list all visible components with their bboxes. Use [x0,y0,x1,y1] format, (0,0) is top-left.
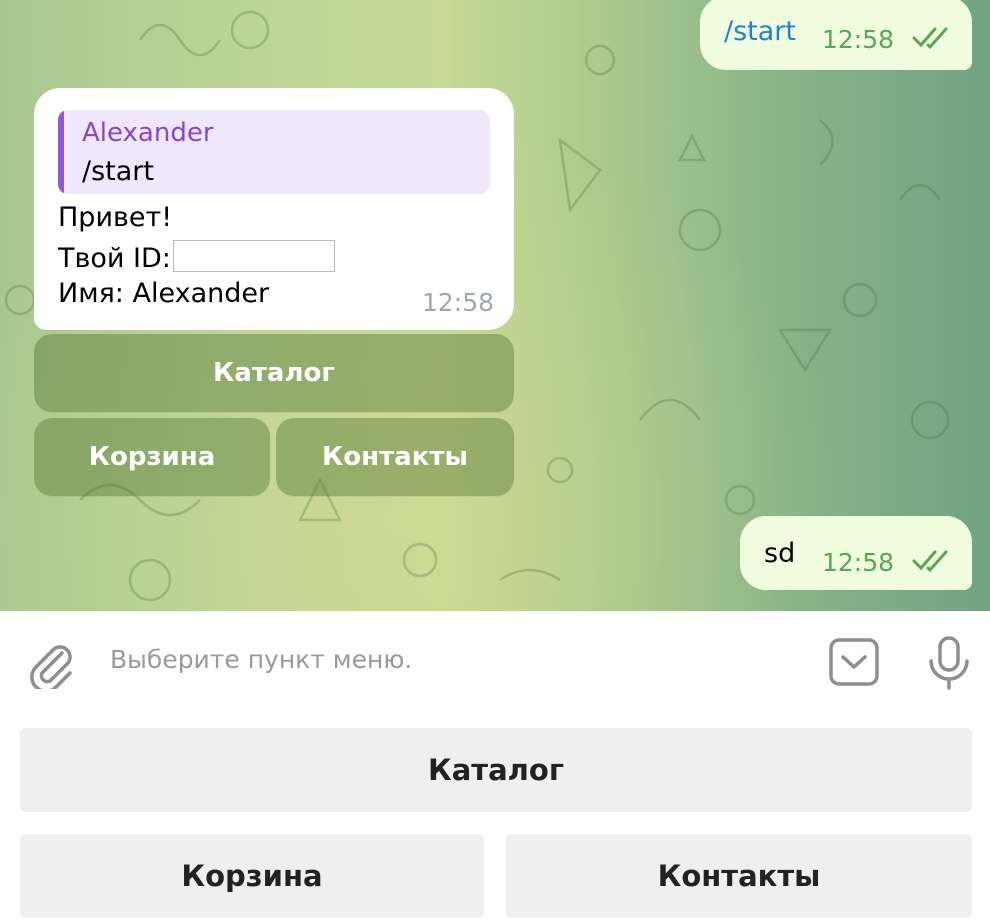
message-text[interactable]: /start [724,16,796,47]
reply-author: Alexander [82,118,214,148]
inline-button-contacts[interactable]: Контакты [276,418,514,496]
user-name-line: Имя: Alexander [58,278,270,309]
microphone-icon[interactable] [926,635,972,695]
reply-keyboard-contacts[interactable]: Контакты [506,834,972,918]
user-id-label: Твой ID: [58,243,171,274]
user-id-line: Твой ID: [58,240,335,274]
chat-area: /start 12:58 Alexander /start Привет! Тв… [0,0,990,611]
inline-button-cart[interactable]: Корзина [34,418,270,496]
greeting-text: Привет! [58,202,173,233]
redacted-id-box [172,240,335,272]
reply-keyboard-cart[interactable]: Корзина [20,834,484,918]
outgoing-message-sd[interactable]: sd 12:58 [740,516,972,590]
message-time: 12:58 [422,288,495,317]
message-input[interactable]: Выберите пункт меню. [110,645,412,674]
outgoing-message-start[interactable]: /start 12:58 [700,0,972,70]
message-time: 12:58 [822,25,895,54]
incoming-bot-message[interactable]: Alexander /start Привет! Твой ID: Имя: A… [34,88,514,330]
message-composer: Выберите пункт меню. [0,611,990,715]
reply-keyboard-catalog[interactable]: Каталог [20,728,972,812]
paperclip-icon[interactable] [26,639,74,693]
inline-button-catalog[interactable]: Каталог [34,334,514,412]
reply-text: /start [82,156,154,187]
reply-accent-bar [58,110,64,194]
double-check-icon [912,26,952,57]
message-text: sd [764,538,796,569]
keyboard-toggle-icon[interactable] [828,637,880,691]
double-check-icon [912,549,952,580]
message-time: 12:58 [822,548,895,577]
reply-quote[interactable]: Alexander /start [58,110,490,194]
